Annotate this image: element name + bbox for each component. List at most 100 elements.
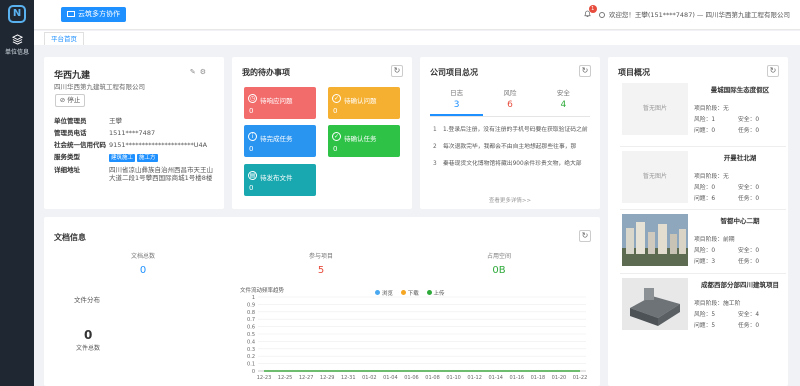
stop-button[interactable]: ⊘ 停止: [55, 94, 85, 107]
info-value: 王攀: [109, 117, 122, 125]
clock-icon: ◷: [248, 94, 257, 103]
x-tick-label: 12-27: [299, 375, 314, 381]
refresh-icon[interactable]: ↻: [579, 65, 591, 77]
edit-icon[interactable]: ✎: [190, 68, 200, 76]
overview-title: 公司项目总况: [430, 68, 478, 77]
legend-item[interactable]: 浏览: [369, 290, 394, 297]
doc-stat-space: 占用空间 0B: [424, 251, 574, 276]
tab-log[interactable]: 日志 3: [430, 87, 484, 116]
sidebar: N 单位信息: [0, 0, 34, 386]
service-tags: 建筑施工 施工方: [109, 153, 160, 162]
company-info-list: 单位管理员 王攀 管理员电话 1511****7487 社会统一信用代码 9151**…: [54, 117, 219, 186]
stat-risk: 风险：0: [694, 185, 716, 191]
todo-value: 0: [249, 145, 254, 153]
x-tick-label: 01-20: [552, 375, 567, 381]
todo-pending-confirm-problem[interactable]: ✓ 待确认问题 0: [328, 87, 400, 119]
refresh-icon[interactable]: ↻: [767, 65, 779, 77]
check-icon: ✓: [332, 132, 341, 141]
project-item[interactable]: 暂无图片 开曼社北湖 项目阶段：无 风险：0 安全：0 问题：6 任务：0: [620, 146, 786, 210]
todo-pending-complete-task[interactable]: i 待完成任务 0: [244, 125, 316, 157]
building-model-image: [622, 278, 688, 330]
stat-task: 任务：0: [738, 323, 760, 329]
tab-risk[interactable]: 风险 6: [483, 87, 536, 116]
refresh-icon[interactable]: ↻: [579, 230, 591, 242]
notification-button[interactable]: 1: [584, 5, 597, 18]
list-index: 2: [433, 144, 437, 150]
todo-pending-publish-file[interactable]: ▤ 待发布文件 0: [244, 164, 316, 196]
layers-icon: [11, 34, 23, 45]
doc-stat-total: 文档总数 0: [68, 251, 218, 276]
todo-pending-confirm-task[interactable]: ✓ 待确认任务 0: [328, 125, 400, 157]
y-tick-label: 1: [252, 295, 255, 301]
sidebar-item-label: 单位信息: [4, 49, 29, 56]
info-key: 社会统一信用代码: [54, 141, 106, 149]
tab-home[interactable]: 平台首页: [44, 32, 84, 45]
stat-risk: 风险：1: [694, 117, 716, 123]
tab-safety[interactable]: 安全 4: [537, 87, 590, 116]
check-icon: ✓: [332, 94, 341, 103]
legend-dot: [375, 290, 380, 295]
company-overview-card: 公司项目总况 ↻ 日志 3 风险 6 安全 4 1 1.登录后注册，没有注册的手机号码要…: [420, 57, 600, 209]
welcome-text[interactable]: 欢迎您！王攀(151****7487) — 四川华西第九建工程有限公司: [609, 11, 790, 19]
list-text: 秦巷现货文化博物馆将藏出900余件珍贵文物，绝大部: [443, 161, 582, 167]
settings-icon[interactable]: ⚙: [200, 68, 210, 76]
todo-pending-response[interactable]: ◷ 待响应问题 0: [244, 87, 316, 119]
list-text: 1.登录后注册，没有注册的手机号码要在获取验证码之前: [443, 127, 588, 133]
list-item[interactable]: 2 每次退款完毕，我都会不由自主地想起那些往事，那: [433, 141, 591, 150]
info-key: 单位管理员: [54, 117, 87, 125]
y-tick-label: 0.5: [247, 332, 255, 338]
list-text: 每次退款完毕，我都会不由自主地想起那些往事，那: [443, 144, 577, 150]
refresh-icon[interactable]: ↻: [391, 65, 403, 77]
todo-label: 待确认任务: [344, 135, 377, 143]
project-stats: 风险：1 安全：0 问题：0 任务：0: [694, 114, 782, 134]
tab-bar: 平台首页: [34, 31, 800, 45]
info-row: 社会统一信用代码 9151*********************U4A: [54, 141, 219, 149]
project-name: 成都西部分部四川建筑项目: [701, 281, 779, 289]
no-image-placeholder: 暂无图片: [622, 151, 688, 203]
legend-label: 浏览: [382, 291, 394, 297]
service-tag: 建筑施工: [109, 154, 136, 162]
news-list: 1 1.登录后注册，没有注册的手机号码要在获取验证码之前 2 每次退款完毕，我都会不…: [433, 124, 591, 175]
x-tick-label: 01-12: [467, 375, 482, 381]
doc-stat-projects: 参与项目 5: [246, 251, 396, 276]
sidebar-item-unit-info[interactable]: 单位信息: [0, 32, 34, 62]
tab-count: 4: [560, 100, 567, 110]
x-tick-label: 01-22: [573, 375, 588, 381]
distribution-sub: 文件总数: [76, 345, 101, 352]
legend-item[interactable]: 上传: [421, 290, 445, 297]
stat-safety: 安全：0: [738, 185, 760, 191]
top-header: 云筑多方协作 1 欢迎您！王攀(151****7487) — 四川华西第九建工程…: [34, 0, 800, 30]
stat-label: 文档总数: [130, 253, 155, 260]
more-link[interactable]: 查看更多详情>>: [420, 196, 600, 204]
company-full-name: 四川华西第九建筑工程有限公司: [54, 83, 145, 91]
info-row: 详细地址 四川省凉山彝族自治州西昌市天王山大道二段1号攀西国际商城1号楼8楼: [54, 166, 219, 182]
info-row: 单位管理员 王攀: [54, 117, 219, 125]
x-tick-label: 01-06: [404, 375, 419, 381]
project-item[interactable]: 智都中心二期 项目阶段：前期 风险：0 安全：0 问题：3 任务：0: [620, 209, 786, 273]
y-tick-label: 0.6: [247, 325, 255, 331]
stat-task: 任务：0: [738, 259, 760, 265]
todo-label: 待完成任务: [260, 135, 293, 143]
x-tick-label: 01-10: [446, 375, 461, 381]
project-stats: 风险：0 安全：0 问题：6 任务：0: [694, 182, 782, 202]
collab-button[interactable]: 云筑多方协作: [61, 7, 126, 22]
file-flow-chart: 文件流动频率趋势 0 0.1 0.2 0.3 0.4 0.5 0.6 0.7 0.8 0.9 1 12…: [234, 286, 594, 386]
project-item[interactable]: 暂无图片 曼城国际生态度假区 项目阶段：无 风险：1 安全：0 问题：0 任务：0: [620, 79, 786, 143]
project-item[interactable]: 成都西部分部四川建筑项目 项目阶段：施工阶 风险：5 安全：4 问题：5 任务：0: [620, 273, 786, 337]
collab-button-label: 云筑多方协作: [78, 10, 120, 18]
info-key: 管理员电话: [54, 129, 87, 137]
distribution-total: 0: [84, 328, 93, 342]
stat-task: 任务：0: [738, 196, 760, 202]
project-overview-card: 项目概况 ↻ 暂无图片 曼城国际生态度假区 项目阶段：无 风险：1 安全：0 问题…: [608, 57, 788, 386]
project-title: 项目概况: [618, 68, 650, 77]
tab-count: 3: [453, 100, 460, 110]
info-value: 四川省凉山彝族自治州西昌市天王山大道二段1号攀西国际商城1号楼8楼: [109, 166, 213, 182]
list-item[interactable]: 3 秦巷现货文化博物馆将藏出900余件珍贵文物，绝大部: [433, 158, 591, 167]
tab-label: 风险: [503, 89, 517, 97]
stat-label: 占用空间: [486, 253, 511, 260]
list-item[interactable]: 1 1.登录后注册，没有注册的手机号码要在获取验证码之前: [433, 124, 591, 133]
service-tag: 施工方: [137, 154, 158, 162]
info-row: 管理员电话 1511****7487: [54, 129, 219, 137]
x-tick-label: 01-04: [383, 375, 398, 381]
legend-item[interactable]: 下载: [395, 290, 419, 297]
